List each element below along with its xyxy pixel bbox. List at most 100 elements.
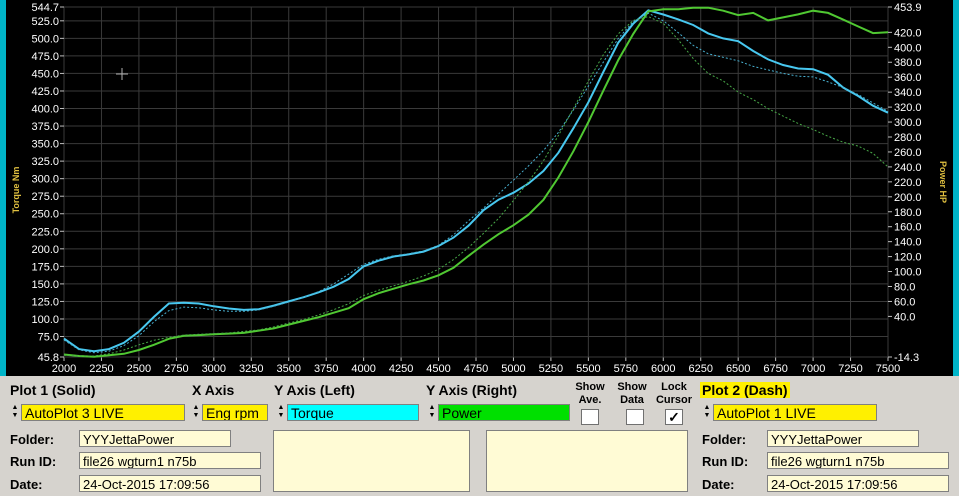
spin-up-icon[interactable]: ▲ [277, 404, 285, 412]
x-axis-field[interactable]: Eng rpm [202, 404, 268, 421]
y-left-tick-label: 425.0 [31, 86, 59, 98]
y-left-tick-label: 450.0 [31, 68, 59, 80]
y-right-field[interactable]: Power [438, 404, 570, 421]
x-tick-label: 5000 [501, 363, 525, 375]
y-right-tick-label: 400.0 [894, 42, 922, 54]
x-tick-label: 3500 [276, 363, 300, 375]
y-left-tick-label: 225.0 [31, 226, 59, 238]
plot2-date-label: Date: [702, 477, 735, 492]
x-tick-label: 5750 [614, 363, 638, 375]
y-left-tick-label: 475.0 [31, 51, 59, 63]
x-tick-label: 3250 [239, 363, 263, 375]
x-tick-label: 2250 [89, 363, 113, 375]
plot1-date-label: Date: [10, 477, 43, 492]
y-right-tick-label: 100.0 [894, 267, 922, 279]
y-right-spinner[interactable]: ▲ ▼ [428, 404, 436, 421]
dyno-chart[interactable]: 544.7 525.0 500.0 475.0 450.0 425.0 400.0 375.0… [6, 0, 953, 376]
notes-box-right[interactable] [486, 430, 688, 492]
plot-area[interactable]: 544.7 525.0 500.0 475.0 450.0 425.0 400.0 375.0… [6, 0, 953, 376]
y-right-tick-label: 160.0 [894, 222, 922, 234]
plot2-date-field[interactable]: 24-Oct-2015 17:09:56 [767, 475, 949, 492]
plot1-date-field[interactable]: 24-Oct-2015 17:09:56 [79, 475, 261, 492]
spin-up-icon[interactable]: ▲ [703, 404, 711, 412]
y-left-tick-label: 250.0 [31, 209, 59, 221]
spin-down-icon[interactable]: ▼ [11, 412, 19, 420]
control-panel: Plot 1 (Solid) X Axis Y Axis (Left) Y Ax… [0, 377, 959, 496]
y-left-tick-label: 75.0 [38, 332, 59, 344]
right-tick-labels: 453.9 420.0 400.0 380.0 360.0 340.0 320.0 300.0… [894, 2, 922, 364]
show-data-label: Show Data [617, 381, 647, 406]
y-right-tick-label: 200.0 [894, 192, 922, 204]
plot1-folder-label: Folder: [10, 432, 55, 447]
spin-up-icon[interactable]: ▲ [428, 404, 436, 412]
x-axis-header: X Axis [192, 382, 235, 398]
y-right-tick-label: 60.0 [894, 296, 915, 308]
y-right-axis-title: Power HP [938, 161, 948, 203]
x-tick-label: 7500 [876, 363, 900, 375]
plot2-runid-label: Run ID: [702, 454, 749, 469]
y-left-tick-label: 175.0 [31, 261, 59, 273]
plot1-runid-label: Run ID: [10, 454, 57, 469]
y-left-tick-label: 200.0 [31, 244, 59, 256]
plot1-runid-field[interactable]: file26 wgturn1 n75b [79, 452, 261, 469]
y-right-tick-label: 380.0 [894, 57, 922, 69]
lock-cursor-label: Lock Cursor [655, 381, 693, 406]
grid [60, 6, 892, 361]
chart-frame: 544.7 525.0 500.0 475.0 450.0 425.0 400.0 375.0… [0, 0, 959, 376]
y-left-tick-label: 500.0 [31, 33, 59, 45]
y-left-spinner[interactable]: ▲ ▼ [277, 404, 285, 421]
y-left-field[interactable]: Torque [287, 404, 419, 421]
x-tick-label: 4250 [389, 363, 413, 375]
y-left-tick-label: 100.0 [31, 314, 59, 326]
x-tick-label: 3000 [202, 363, 226, 375]
x-tick-label: 6750 [763, 363, 787, 375]
y-right-tick-label: 340.0 [894, 87, 922, 99]
spin-down-icon[interactable]: ▼ [428, 412, 436, 420]
plot1-header: Plot 1 (Solid) [10, 382, 96, 398]
y-right-tick-label: 280.0 [894, 132, 922, 144]
y-left-tick-label: 125.0 [31, 296, 59, 308]
plot2-folder-field[interactable]: YYYJettaPower [767, 430, 919, 447]
x-tick-labels: 2000 2250 2500 2750 3000 3250 3500 3750 4000 4250… [52, 363, 900, 375]
y-right-tick-label: 300.0 [894, 117, 922, 129]
y-left-tick-label: 525.0 [31, 16, 59, 28]
show-ave-checkbox[interactable] [581, 409, 599, 425]
spin-up-icon[interactable]: ▲ [11, 404, 19, 412]
plot2-source-spinner[interactable]: ▲ ▼ [703, 404, 711, 421]
x-tick-label: 7000 [801, 363, 825, 375]
x-tick-label: 3750 [314, 363, 338, 375]
plot1-source-spinner[interactable]: ▲ ▼ [11, 404, 19, 421]
spin-up-icon[interactable]: ▲ [192, 404, 200, 412]
y-right-tick-label: 260.0 [894, 147, 922, 159]
y-right-header: Y Axis (Right) [426, 382, 518, 398]
x-axis-spinner[interactable]: ▲ ▼ [192, 404, 200, 421]
y-right-tick-label: 320.0 [894, 102, 922, 114]
y-left-tick-label: 150.0 [31, 279, 59, 291]
x-tick-label: 4000 [351, 363, 375, 375]
y-left-tick-label: 300.0 [31, 174, 59, 186]
crosshair-cursor-icon [116, 68, 128, 80]
lock-cursor-checkbox[interactable]: ✓ [665, 409, 683, 425]
show-data-checkbox[interactable] [626, 409, 644, 425]
spin-down-icon[interactable]: ▼ [703, 412, 711, 420]
y-right-tick-label: 120.0 [894, 252, 922, 264]
y-right-tick-label: 220.0 [894, 177, 922, 189]
notes-box-left[interactable] [273, 430, 470, 492]
plot2-source-field[interactable]: AutoPlot 1 LIVE [713, 404, 877, 421]
spin-down-icon[interactable]: ▼ [277, 412, 285, 420]
y-left-tick-label: 375.0 [31, 121, 59, 133]
x-tick-label: 2750 [164, 363, 188, 375]
y-right-tick-label: 360.0 [894, 72, 922, 84]
y-right-tick-label: 453.9 [894, 2, 922, 14]
x-tick-label: 6000 [651, 363, 675, 375]
y-right-tick-label: 180.0 [894, 207, 922, 219]
plot1-source-field[interactable]: AutoPlot 3 LIVE [21, 404, 185, 421]
x-tick-label: 6250 [688, 363, 712, 375]
spin-down-icon[interactable]: ▼ [192, 412, 200, 420]
plot1-folder-field[interactable]: YYYJettaPower [79, 430, 231, 447]
plot2-runid-field[interactable]: file26 wgturn1 n75b [767, 452, 949, 469]
x-tick-label: 2500 [127, 363, 151, 375]
y-left-tick-label: 544.7 [31, 2, 59, 14]
x-tick-label: 5250 [539, 363, 563, 375]
y-left-tick-label: 400.0 [31, 104, 59, 116]
